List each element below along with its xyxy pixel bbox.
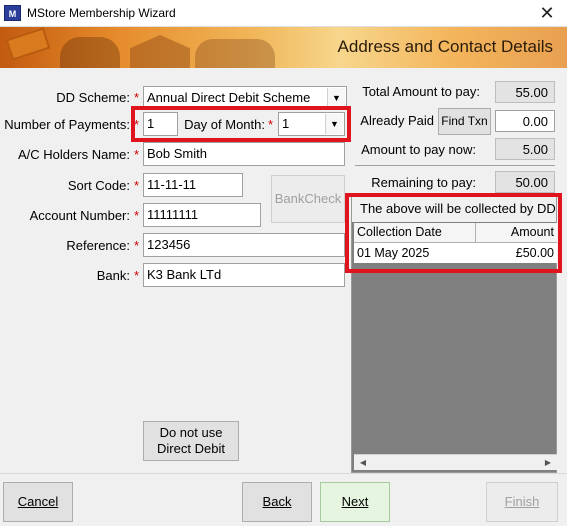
collections-header: Collection Date Amount [354,223,557,243]
required-marker: * [134,268,140,283]
page-title: Address and Contact Details [337,37,553,56]
required-marker: * [134,90,140,105]
reference-label: Reference: [66,238,130,253]
close-icon[interactable]: ✕ [535,2,559,24]
column-header-amount[interactable]: Amount [476,223,557,243]
header-banner: Address and Contact Details [0,27,567,68]
chevron-down-icon[interactable]: ▼ [327,88,345,108]
amount-now-label: Amount to pay now: [361,142,476,157]
horizontal-scrollbar[interactable]: ◀ ▶ [354,454,557,470]
title-bar: M MStore Membership Wizard ✕ [0,0,567,27]
required-marker: * [134,147,140,162]
collections-caption: The above will be collected by DD: [352,196,556,222]
required-marker: * [134,208,140,223]
sort-code-input[interactable]: 11-11-11 [143,173,243,197]
cancel-button[interactable]: Cancel [3,482,73,522]
sold-sign-image [5,27,51,61]
remaining-label: Remaining to pay: [371,175,476,190]
column-header-date[interactable]: Collection Date [354,223,476,243]
bankcheck-button[interactable]: BankCheck [271,175,345,223]
app-icon: M [4,5,21,21]
num-payments-input[interactable]: 1 [143,112,178,136]
collection-date-cell: 01 May 2025 [357,246,430,260]
reference-input[interactable]: 123456 [143,233,345,257]
banner-people-image [60,37,120,68]
collection-amount-cell: £50.00 [515,246,554,260]
holder-name-input[interactable]: Bob Smith [143,142,345,166]
dd-scheme-label: DD Scheme: [56,90,130,105]
sort-code-label: Sort Code: [67,178,130,193]
total-amount-label: Total Amount to pay: [362,84,480,99]
already-paid-label: Already Paid [360,113,434,128]
holder-name-label: A/C Holders Name: [18,147,130,162]
scroll-left-icon[interactable]: ◀ [356,456,370,470]
next-button[interactable]: Next [320,482,390,522]
account-number-label: Account Number: [29,208,130,223]
day-of-month-select[interactable]: 1 ▼ [278,112,345,136]
banner-family-image [195,39,275,68]
chevron-down-icon[interactable]: ▼ [325,114,343,134]
already-paid-input[interactable]: 0.00 [495,110,555,132]
remaining-value: 50.00 [495,171,555,193]
scroll-right-icon[interactable]: ▶ [541,456,555,470]
find-txn-button[interactable]: Find Txn [438,108,491,135]
required-marker: * [134,178,140,193]
required-marker: * [134,238,140,253]
bank-label: Bank: [96,268,130,283]
window-title: MStore Membership Wizard [27,6,176,20]
account-number-input[interactable]: 11111111 [143,203,261,227]
amount-now-value: 5.00 [495,138,555,160]
required-marker: * [268,117,274,132]
total-amount-value: 55.00 [495,81,555,103]
back-button[interactable]: Back [242,482,312,522]
collections-panel: The above will be collected by DD: Colle… [351,195,557,473]
day-of-month-label: Day of Month: [184,117,265,132]
dd-scheme-select[interactable]: Annual Direct Debit Scheme ▼ [143,86,347,110]
bank-input[interactable]: K3 Bank LTd [143,263,345,287]
required-marker: * [134,117,140,132]
form-area: DD Scheme: * Annual Direct Debit Scheme … [0,68,567,473]
table-row[interactable]: 01 May 2025 £50.00 [354,243,557,263]
totals-divider [355,165,555,166]
finish-button[interactable]: Finish [486,482,558,522]
no-direct-debit-button[interactable]: Do not use Direct Debit [143,421,239,461]
num-payments-label: Number of Payments: [4,117,130,132]
banner-house-image [130,35,190,68]
wizard-footer: Cancel Back Next Finish [0,473,567,526]
